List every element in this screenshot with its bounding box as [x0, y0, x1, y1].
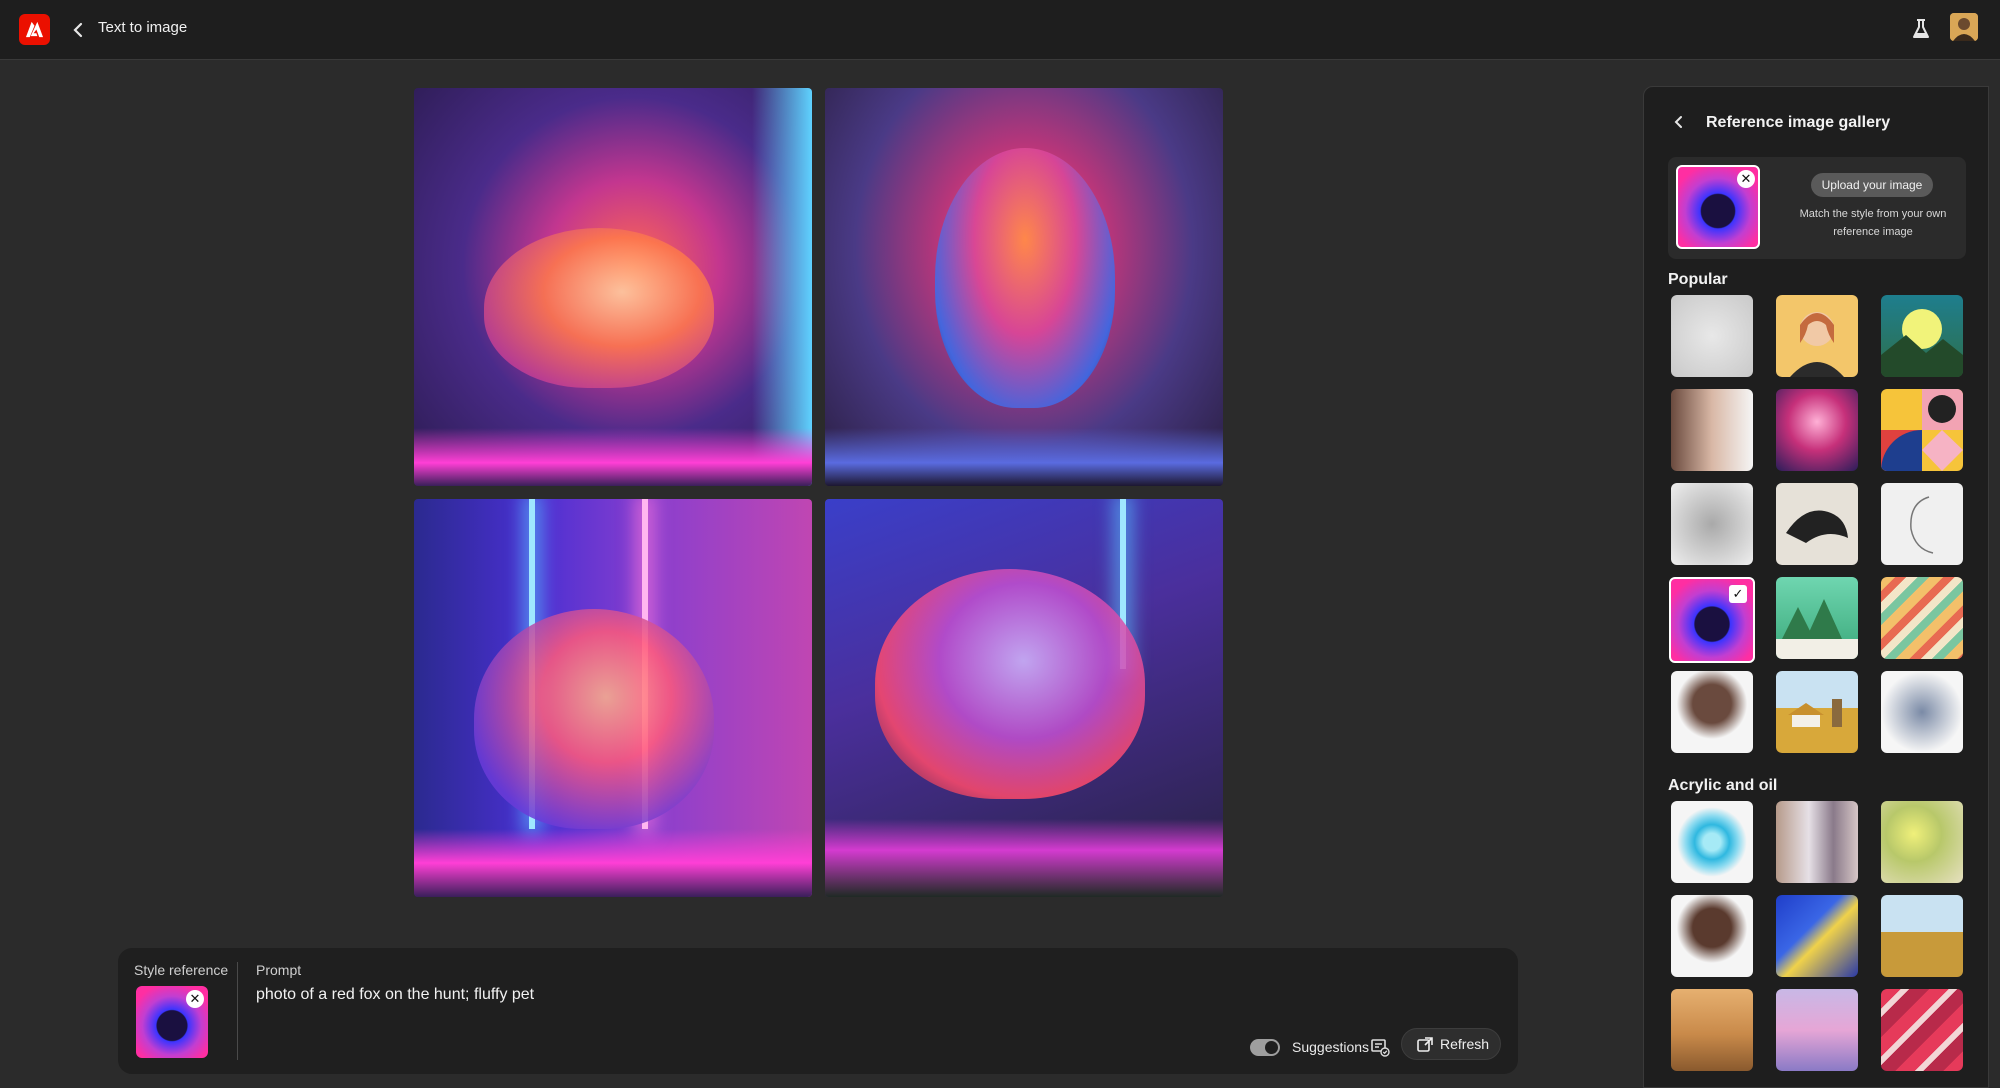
floor-glow [414, 428, 812, 486]
gallery-thumb-neon-figure-selected[interactable]: ✓ [1669, 577, 1755, 663]
refresh-label: Refresh [1440, 1036, 1490, 1052]
reference-gallery-panel: Reference image gallery ✕ Upload your im… [1643, 86, 1989, 1088]
gallery-thumb-purple-whale[interactable] [1776, 989, 1858, 1071]
gallery-thumb-retro-waves[interactable] [1881, 577, 1963, 659]
gallery-thumb-watercolor-train[interactable] [1881, 671, 1963, 753]
section-popular: Popular [1668, 271, 1728, 288]
gallery-thumb-3d-landscape[interactable] [1776, 577, 1858, 659]
gallery-thumb-sleeping-child[interactable] [1671, 389, 1753, 471]
gallery-thumb-ink-horse[interactable] [1776, 483, 1858, 565]
labs-flask-icon[interactable] [1908, 16, 1934, 42]
gallery-thumb-geometric-pattern[interactable] [1881, 389, 1963, 471]
floor-glow [825, 428, 1223, 486]
generated-image-1[interactable] [414, 88, 812, 486]
upload-card: ✕ Upload your image Match the style from… [1668, 157, 1966, 259]
panel-title: Reference image gallery [1706, 114, 1891, 131]
gallery-thumb-oil-woman[interactable] [1671, 895, 1753, 977]
suggestions-toggle[interactable] [1250, 1039, 1280, 1056]
gallery-thumb-engraving-portrait[interactable] [1671, 483, 1753, 565]
gallery-thumb-yellow-floral[interactable] [1881, 801, 1963, 883]
light-glow [752, 88, 812, 486]
refresh-icon [1417, 1037, 1433, 1052]
style-reference-thumbnail[interactable]: ✕ [136, 986, 208, 1058]
divider [237, 962, 238, 1060]
gallery-thumb-oil-windmill[interactable] [1881, 895, 1963, 977]
gallery-thumb-blue-swirl[interactable] [1671, 801, 1753, 883]
gallery-thumb-pencil-face[interactable] [1881, 483, 1963, 565]
floor-glow [825, 819, 1223, 897]
style-reference-label: Style reference [134, 962, 229, 978]
adobe-logo-icon[interactable] [19, 14, 50, 45]
generated-image-2[interactable] [825, 88, 1223, 486]
selected-check-icon: ✓ [1729, 585, 1747, 603]
suggestions-info-icon[interactable] [1370, 1037, 1390, 1057]
generated-image-3[interactable] [414, 499, 812, 897]
fox-shape [484, 228, 714, 388]
gallery-thumb-abstract-city[interactable] [1776, 801, 1858, 883]
user-avatar[interactable] [1950, 13, 1978, 41]
suggestions-label: Suggestions [1292, 1039, 1370, 1055]
prompt-input[interactable]: photo of a red fox on the hunt; fluffy p… [256, 986, 534, 1004]
back-chevron-icon[interactable] [66, 17, 92, 43]
panel-back-chevron-icon[interactable] [1670, 113, 1688, 131]
gallery-thumb-sketch-flowers[interactable] [1671, 295, 1753, 377]
gallery-thumb-3d-avatar[interactable] [1776, 295, 1858, 377]
remove-reference-icon[interactable]: ✕ [1737, 170, 1755, 188]
page-title: Text to image [98, 19, 188, 36]
gallery-thumb-pink-clouds[interactable] [1776, 389, 1858, 471]
fox-shape [935, 148, 1115, 408]
gallery-thumb-red-waves[interactable] [1881, 989, 1963, 1071]
floor-glow [414, 829, 812, 897]
selected-reference-thumbnail[interactable]: ✕ [1676, 165, 1760, 249]
gallery-thumb-watercolor-woman[interactable] [1671, 671, 1753, 753]
refresh-button[interactable]: Refresh [1401, 1028, 1501, 1060]
gallery-thumb-windmill-village[interactable] [1776, 671, 1858, 753]
fox-shape [875, 569, 1145, 799]
generated-image-4[interactable] [825, 499, 1223, 897]
gallery-thumb-blue-abstract[interactable] [1776, 895, 1858, 977]
gallery-thumb-oil-landscape[interactable] [1671, 989, 1753, 1071]
upload-image-button[interactable]: Upload your image [1811, 173, 1933, 197]
top-bar: Text to image [0, 0, 2000, 60]
fox-shape [474, 609, 714, 829]
prompt-bar: Style reference ✕ Prompt photo of a red … [118, 948, 1518, 1074]
section-acrylic-oil: Acrylic and oil [1668, 777, 1778, 794]
gallery-thumb-moon-landscape[interactable] [1881, 295, 1963, 377]
remove-style-icon[interactable]: ✕ [186, 990, 204, 1008]
upload-description: Match the style from your own reference … [1799, 208, 1947, 238]
prompt-label: Prompt [256, 962, 302, 978]
